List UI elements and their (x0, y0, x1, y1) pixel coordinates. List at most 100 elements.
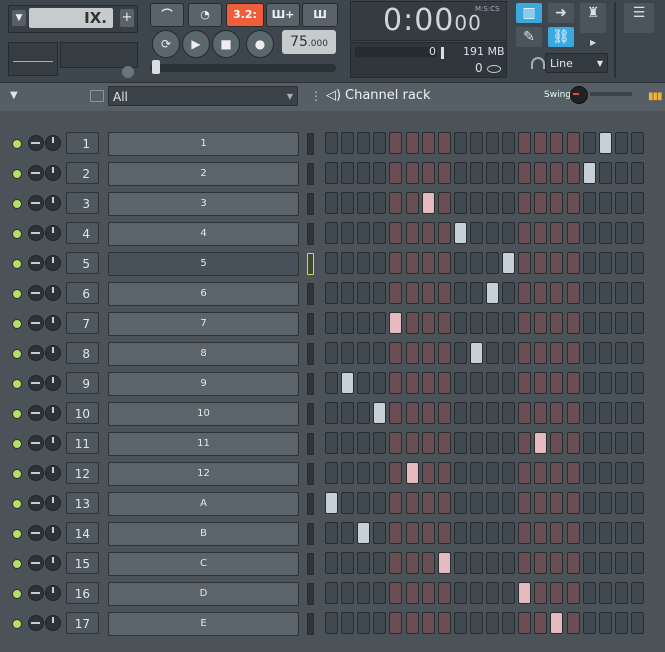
volume-knob[interactable] (45, 405, 61, 421)
step-button[interactable] (406, 432, 419, 454)
step-button[interactable] (422, 252, 435, 274)
channel-select-indicator[interactable] (307, 193, 314, 215)
channel-mute-led[interactable] (12, 529, 22, 539)
step-button[interactable] (502, 462, 515, 484)
step-button[interactable] (631, 432, 644, 454)
step-button[interactable] (615, 222, 628, 244)
step-button[interactable] (486, 372, 499, 394)
volume-knob[interactable] (45, 135, 61, 151)
step-button[interactable] (631, 252, 644, 274)
step-button[interactable] (583, 432, 596, 454)
channel-name-button[interactable]: 5 (108, 252, 299, 276)
channel-select-indicator[interactable] (307, 223, 314, 245)
channel-name-button[interactable]: 3 (108, 192, 299, 216)
step-button[interactable] (389, 162, 402, 184)
channel-mute-led[interactable] (12, 139, 22, 149)
channel-mute-led[interactable] (12, 559, 22, 569)
step-button[interactable] (631, 132, 644, 154)
channel-select-indicator[interactable] (307, 613, 314, 635)
step-button[interactable] (534, 282, 547, 304)
step-button[interactable] (422, 282, 435, 304)
step-button[interactable] (518, 312, 531, 334)
step-button[interactable] (357, 462, 370, 484)
step-button[interactable] (550, 342, 563, 364)
step-button[interactable] (325, 372, 338, 394)
step-button[interactable] (438, 162, 451, 184)
step-button[interactable] (615, 342, 628, 364)
step-button[interactable] (567, 582, 580, 604)
step-button[interactable] (454, 222, 467, 244)
step-button[interactable] (502, 132, 515, 154)
mixer-track-number[interactable]: 11 (66, 432, 99, 454)
step-button[interactable] (454, 162, 467, 184)
step-button[interactable] (567, 612, 580, 634)
channel-mute-led[interactable] (12, 259, 22, 269)
step-button[interactable] (599, 312, 612, 334)
step-button[interactable] (599, 402, 612, 424)
step-button[interactable] (599, 222, 612, 244)
step-button[interactable] (422, 402, 435, 424)
step-button[interactable] (357, 192, 370, 214)
step-button[interactable] (599, 432, 612, 454)
step-button[interactable] (438, 312, 451, 334)
volume-knob[interactable] (45, 375, 61, 391)
pan-knob[interactable] (28, 195, 44, 211)
step-button[interactable] (341, 462, 354, 484)
step-button[interactable] (502, 522, 515, 544)
step-button[interactable] (389, 342, 402, 364)
pan-knob[interactable] (28, 255, 44, 271)
channel-mute-led[interactable] (12, 409, 22, 419)
channel-select-indicator[interactable] (307, 373, 314, 395)
step-button[interactable] (422, 372, 435, 394)
step-button[interactable] (454, 492, 467, 514)
step-button[interactable] (470, 282, 483, 304)
step-button[interactable] (631, 462, 644, 484)
channel-select-indicator[interactable] (307, 313, 314, 335)
pan-knob[interactable] (28, 615, 44, 631)
step-button[interactable] (518, 612, 531, 634)
step-button[interactable] (470, 342, 483, 364)
step-button[interactable] (357, 522, 370, 544)
step-button[interactable] (502, 492, 515, 514)
channel-mute-led[interactable] (12, 499, 22, 509)
step-button[interactable] (486, 432, 499, 454)
step-button[interactable] (454, 552, 467, 574)
step-button[interactable] (422, 312, 435, 334)
step-button[interactable] (341, 612, 354, 634)
step-button[interactable] (486, 282, 499, 304)
step-button[interactable] (454, 522, 467, 544)
swing-knob[interactable] (570, 86, 588, 104)
channel-name-button[interactable]: 11 (108, 432, 299, 456)
step-button[interactable] (406, 522, 419, 544)
step-button[interactable] (406, 282, 419, 304)
step-button[interactable] (631, 552, 644, 574)
step-button[interactable] (373, 342, 386, 364)
step-button[interactable] (454, 252, 467, 274)
step-button[interactable] (325, 462, 338, 484)
step-button[interactable] (518, 522, 531, 544)
step-button[interactable] (373, 492, 386, 514)
step-button[interactable] (534, 132, 547, 154)
step-button[interactable] (470, 462, 483, 484)
metronome-cone-icon[interactable]: ♜ (580, 3, 606, 33)
step-button[interactable] (518, 492, 531, 514)
mixer-track-number[interactable]: 14 (66, 522, 99, 544)
step-button[interactable] (406, 402, 419, 424)
step-button[interactable] (341, 162, 354, 184)
step-button[interactable] (550, 192, 563, 214)
step-button[interactable] (373, 132, 386, 154)
volume-knob[interactable] (45, 615, 61, 631)
step-button[interactable] (470, 492, 483, 514)
step-button[interactable] (502, 612, 515, 634)
step-button[interactable] (325, 402, 338, 424)
channel-mute-led[interactable] (12, 229, 22, 239)
graph-editor-icon[interactable]: ▮▮▮ (648, 91, 662, 102)
step-button[interactable] (486, 132, 499, 154)
step-button[interactable] (438, 462, 451, 484)
step-button[interactable] (389, 522, 402, 544)
channel-name-button[interactable]: 4 (108, 222, 299, 246)
step-button[interactable] (534, 432, 547, 454)
step-button[interactable] (406, 162, 419, 184)
volume-knob[interactable] (45, 585, 61, 601)
channel-name-button[interactable]: 8 (108, 342, 299, 366)
